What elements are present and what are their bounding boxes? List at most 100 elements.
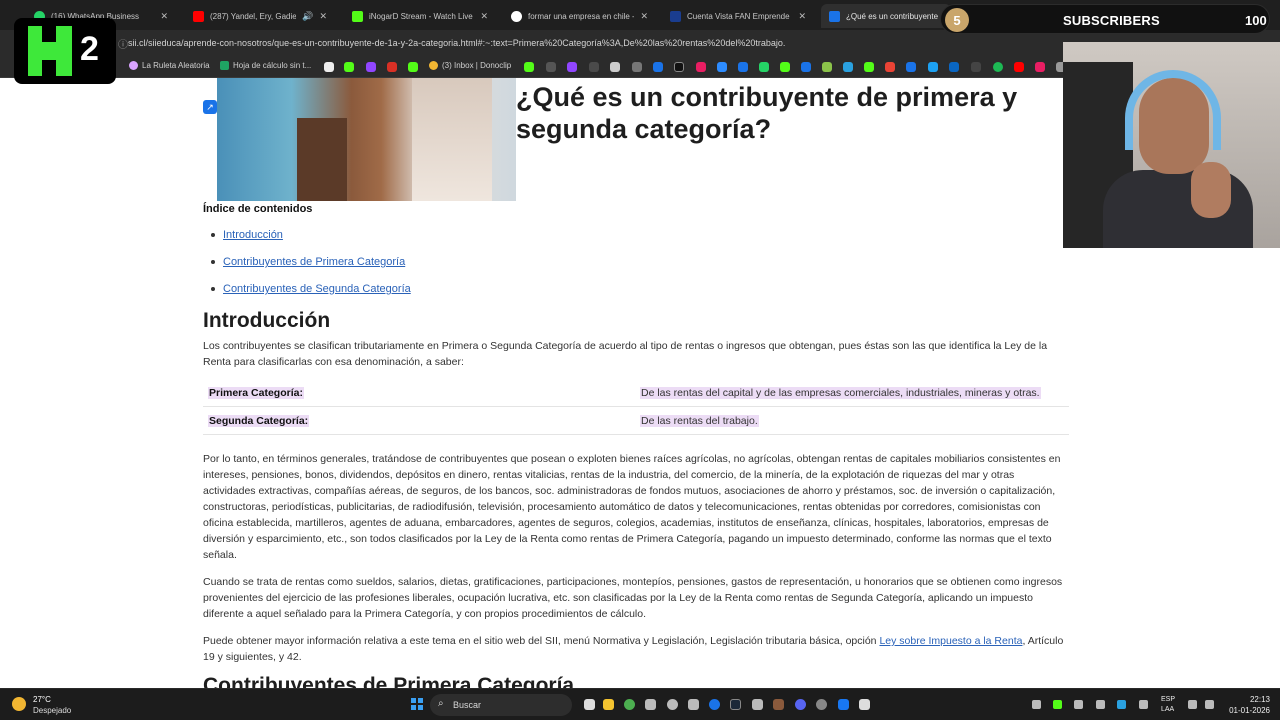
bookmark-icon[interactable] — [780, 62, 790, 72]
bookmark-icon[interactable] — [546, 62, 556, 72]
twitch-icon[interactable] — [366, 62, 376, 72]
facebook-icon[interactable] — [838, 699, 849, 710]
url-text[interactable]: sii.cl/siieduca/aprende-con-nosotros/que… — [128, 38, 785, 48]
bookmark-icon[interactable] — [610, 62, 620, 72]
article-hero-image — [217, 78, 516, 201]
search-icon[interactable] — [971, 62, 981, 72]
youtube-icon — [193, 10, 204, 22]
search-icon: ⌕ — [438, 698, 444, 709]
bookmark-icon[interactable] — [717, 62, 727, 72]
close-icon[interactable]: ✕ — [640, 11, 648, 22]
person-shape — [412, 78, 492, 201]
bookmark-icon[interactable] — [801, 62, 811, 72]
sheets-icon — [220, 61, 229, 70]
section-heading-introduccion: Introducción — [203, 309, 331, 332]
logo-number: 2 — [80, 30, 99, 68]
toc-link-segunda[interactable]: Contribuyentes de Segunda Categoría — [223, 283, 411, 295]
obs-icon[interactable] — [816, 699, 827, 710]
bookmark-icon[interactable] — [653, 62, 663, 72]
steam-icon[interactable] — [730, 699, 741, 710]
taskbar-app-icon[interactable] — [859, 699, 870, 710]
subscribers-count: 5 — [945, 8, 969, 32]
spotify-icon[interactable] — [993, 62, 1003, 72]
bookmark-icon[interactable] — [696, 62, 706, 72]
share-icon[interactable]: ↗ — [203, 100, 217, 114]
tray-icon[interactable] — [1053, 700, 1062, 709]
tray-icon[interactable] — [1096, 700, 1105, 709]
bookmark-icon[interactable] — [906, 62, 916, 72]
bookmark-icon[interactable] — [1035, 62, 1045, 72]
bookmark-icon[interactable] — [344, 62, 354, 72]
bookmark-sheets[interactable]: Hoja de cálculo sin t... — [220, 61, 311, 70]
tray-icon[interactable] — [1032, 700, 1041, 709]
bookmark-icon[interactable] — [674, 62, 684, 72]
donoclip-icon — [429, 61, 438, 70]
bookmark-icon[interactable] — [589, 62, 599, 72]
clock-time[interactable]: 22:13 — [1230, 695, 1270, 704]
toc-link-primera[interactable]: Contribuyentes de Primera Categoría — [223, 256, 405, 268]
streamer-hand — [1191, 162, 1231, 218]
microphone-icon[interactable] — [1139, 700, 1148, 709]
page-info-icon[interactable]: ⓘ — [118, 36, 128, 51]
taskbar-app-icon[interactable] — [752, 699, 763, 710]
telegram-icon[interactable] — [843, 62, 853, 72]
toc-link-introduccion[interactable]: Introducción — [223, 229, 283, 241]
tab-sii-active[interactable]: ¿Qué es un contribuyente d — [821, 4, 951, 28]
tab-label: (287) Yandel, Ery, Gadiel, Sa — [210, 11, 297, 21]
discord-icon[interactable] — [795, 699, 806, 710]
sun-icon[interactable] — [12, 697, 26, 711]
volume-icon[interactable] — [1205, 700, 1214, 709]
bookmark-label: Hoja de cálculo sin t... — [233, 61, 312, 70]
close-icon[interactable]: ✕ — [160, 11, 168, 22]
speaker-icon[interactable]: 🔊 — [302, 11, 313, 22]
tab-youtube[interactable]: (287) Yandel, Ery, Gadiel, Sa 🔊 ✕ — [185, 4, 335, 28]
toc-title: Índice de contenidos — [203, 203, 313, 215]
close-icon[interactable]: ✕ — [480, 11, 488, 22]
youtube-icon[interactable] — [1014, 62, 1024, 72]
bookmark-icon[interactable] — [738, 62, 748, 72]
headset-shape — [1125, 70, 1221, 150]
twitter-icon[interactable] — [928, 62, 938, 72]
close-icon[interactable]: ✕ — [319, 11, 327, 22]
keyboard-layout[interactable]: LAA — [1161, 706, 1174, 713]
body-paragraph-2: Cuando se trata de rentas como sueldos, … — [203, 576, 1063, 620]
bookmark-icon[interactable] — [567, 62, 577, 72]
task-view-icon[interactable] — [584, 699, 595, 710]
tab-kick-stream[interactable]: iNogarD Stream - Watch Live o ✕ — [344, 4, 496, 28]
taskbar-app-icon[interactable] — [688, 699, 699, 710]
toc-item: Introducción — [211, 229, 283, 241]
bookmark-icon[interactable] — [387, 62, 397, 72]
close-icon[interactable]: ✕ — [798, 11, 806, 22]
taskbar-app-icon[interactable] — [773, 699, 784, 710]
wifi-icon[interactable] — [1188, 700, 1197, 709]
linkedin-icon[interactable] — [949, 62, 959, 72]
bookmark-icon[interactable] — [524, 62, 534, 72]
edge-icon[interactable] — [709, 699, 720, 710]
bookmark-icon[interactable] — [822, 62, 832, 72]
tab-label: Cuenta Vista FAN Emprende | C — [687, 11, 793, 21]
taskbar-search[interactable]: ⌕ Buscar — [430, 694, 572, 716]
chrome-icon[interactable] — [624, 699, 635, 710]
bookmark-icon[interactable] — [864, 62, 874, 72]
bookmark-donoclip[interactable]: (3) Inbox | Donoclip — [429, 61, 511, 70]
file-explorer-icon[interactable] — [603, 699, 614, 710]
body-paragraph-3: Puede obtener mayor información relativa… — [203, 633, 1069, 665]
table-row: Segunda Categoría: De las rentas del tra… — [203, 407, 1069, 435]
bookmark-ruleta[interactable]: La Ruleta Aleatoria — [129, 61, 210, 70]
table-row: Primera Categoría: De las rentas del cap… — [203, 379, 1069, 407]
gmail-icon[interactable] — [885, 62, 895, 72]
tab-bank[interactable]: Cuenta Vista FAN Emprende | C ✕ — [662, 4, 814, 28]
taskbar-app-icon[interactable] — [645, 699, 656, 710]
clock-date[interactable]: 01-01-2026 — [1222, 706, 1270, 715]
taskbar-app-icon[interactable] — [667, 699, 678, 710]
tray-icon[interactable] — [1117, 700, 1126, 709]
bookmark-icon[interactable] — [632, 62, 642, 72]
windows-start-icon[interactable] — [411, 698, 423, 710]
whatsapp-icon[interactable] — [759, 62, 769, 72]
bookmark-icon[interactable] — [324, 62, 334, 72]
tray-icon[interactable] — [1074, 700, 1083, 709]
kick-icon[interactable] — [408, 62, 418, 72]
ley-renta-link[interactable]: Ley sobre Impuesto a la Renta — [879, 635, 1022, 647]
keyboard-language[interactable]: ESP — [1161, 696, 1175, 703]
tab-google-search[interactable]: formar una empresa en chile - B ✕ — [503, 4, 656, 28]
